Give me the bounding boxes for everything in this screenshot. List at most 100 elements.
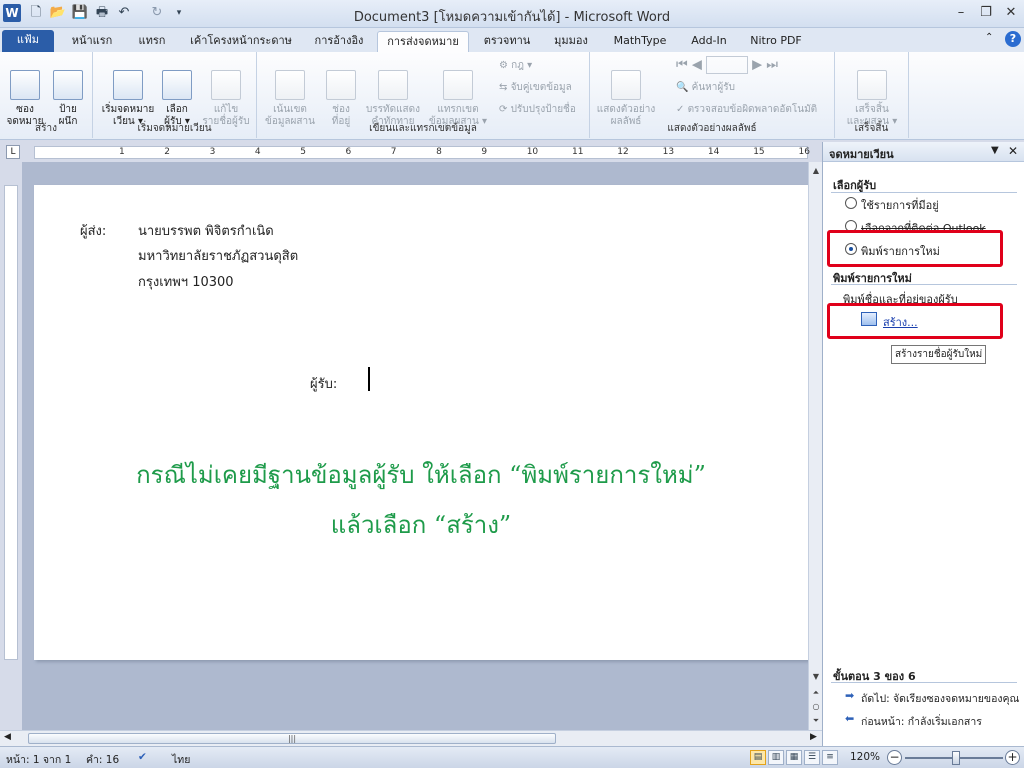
previous-arrow-icon: ⬅	[845, 712, 855, 725]
ruler-number: 14	[707, 147, 720, 157]
document-page[interactable]: ผู้ส่ง: นายบรรพต พิจิตรกำเนิด มหาวิทยาลั…	[34, 185, 808, 660]
task-pane-header: จดหมายเวียน ▼ ✕	[823, 142, 1024, 162]
finish-merge-button[interactable]: เสร็จสิ้น และผสาน ▾	[841, 58, 903, 128]
close-icon[interactable]: ✕	[1000, 4, 1022, 22]
minimize-icon[interactable]: –	[950, 4, 972, 22]
check-errors-button[interactable]: ✓ ตรวจสอบข้อผิดพลาดอัตโนมัติ	[676, 102, 817, 117]
address-block-button[interactable]: ช่อง ที่อยู่	[321, 58, 361, 128]
insert-merge-field-button[interactable]: แทรกเขต ข้อมูลผสาน ▾	[425, 58, 491, 128]
ruler-number: 1	[119, 147, 125, 157]
highlight-box-create	[827, 303, 1003, 339]
previous-page-icon[interactable]: ⏶	[809, 686, 823, 700]
ruler-number: 9	[481, 147, 488, 157]
labels-button[interactable]: ป้าย ผนึก	[48, 58, 88, 128]
horizontal-scroll-thumb[interactable]: |||	[28, 733, 556, 744]
finish-merge-icon	[857, 70, 887, 100]
scroll-left-icon[interactable]: ◀	[4, 732, 11, 742]
restore-icon[interactable]: ❐	[975, 4, 997, 22]
sender-city: กรุงเทพฯ 10300	[138, 275, 234, 290]
ruler-number: 15	[753, 147, 765, 157]
ruler-number: 16	[798, 147, 810, 157]
status-bar: หน้า: 1 จาก 1 คำ: 16 ✔ ไทย ▤ ▥ ▦ ☰ ≡ 120…	[0, 746, 1024, 768]
tab-page-layout[interactable]: เค้าโครงหน้ากระดาษ	[182, 31, 300, 52]
tab-review[interactable]: ตรวจทาน	[476, 31, 538, 52]
highlight-merge-fields-button[interactable]: เน้นเขต ข้อมูลผสาน	[261, 58, 319, 128]
draft-icon[interactable]: ≡	[822, 750, 838, 765]
rules-icon: ⚙	[499, 60, 512, 71]
ruler-tab-selector[interactable]: L	[6, 145, 20, 159]
preview-results-button[interactable]: แสดงตัวอย่าง ผลลัพธ์	[594, 58, 658, 128]
pane-options-icon[interactable]: ▼	[991, 145, 999, 156]
update-labels-button[interactable]: ⟳ ปรับปรุงป้ายชื่อ	[499, 102, 576, 117]
word-count[interactable]: คำ: 16	[86, 751, 119, 768]
zoom-level[interactable]: 120%	[850, 751, 880, 763]
tab-home[interactable]: หน้าแรก	[62, 31, 122, 52]
pane-close-icon[interactable]: ✕	[1008, 144, 1018, 158]
highlight-box-new-list	[827, 230, 1003, 267]
ribbon-tabs: แฟ้ม หน้าแรก แทรก เค้าโครงหน้ากระดาษ การ…	[0, 28, 1024, 52]
next-page-icon[interactable]: ⏷	[809, 714, 823, 728]
web-layout-icon[interactable]: ▦	[786, 750, 802, 765]
check-icon: ✓	[676, 104, 688, 115]
label-icon	[53, 70, 83, 100]
divider	[831, 284, 1017, 285]
tab-view[interactable]: มุมมอง	[543, 31, 599, 52]
next-step-link[interactable]: ถัดไป: จัดเรียงซองจดหมายของคุณ	[861, 690, 1019, 707]
mail-merge-task-pane: จดหมายเวียน ▼ ✕ เลือกผู้รับ ใช้รายการที่…	[822, 142, 1024, 746]
browse-object-icon[interactable]: ○	[809, 700, 823, 714]
ruler-number: 6	[345, 147, 352, 157]
tab-references[interactable]: การอ้างอิง	[306, 31, 372, 52]
previous-step-link[interactable]: ก่อนหน้า: กำลังเริ่มเอกสาร	[861, 713, 982, 730]
sender-name: นายบรรพต พิจิตรกำเนิด	[138, 224, 274, 239]
recipients-icon	[162, 70, 192, 100]
record-navigation[interactable]: ⏮ ◀ ▶ ⏭	[676, 56, 778, 74]
ruler-number: 13	[662, 147, 675, 157]
ruler-bar[interactable]: 1 2 3 4 5 6 7 8 9 10 11 12 13 14 15 16	[34, 146, 810, 159]
proofing-icon[interactable]: ✔	[138, 751, 147, 763]
divider	[831, 192, 1017, 193]
ruler-number: 11	[572, 147, 584, 157]
tab-mathtype[interactable]: MathType	[608, 31, 672, 52]
ruler-number: 4	[254, 147, 261, 157]
print-layout-icon[interactable]: ▤	[750, 750, 766, 765]
radio-use-existing[interactable]	[845, 197, 857, 209]
group-preview-results: แสดงตัวอย่าง ผลลัพธ์ ⏮ ◀ ▶ ⏭ 🔍 ค้นหาผู้ร…	[590, 52, 835, 138]
tab-insert[interactable]: แทรก	[128, 31, 176, 52]
greeting-line-button[interactable]: บรรทัดแสดง คำทักทาย	[361, 58, 425, 128]
zoom-slider-thumb[interactable]	[952, 751, 961, 765]
tab-file[interactable]: แฟ้ม	[2, 30, 54, 52]
ruler-number: 2	[164, 147, 171, 157]
scroll-right-icon[interactable]: ▶	[810, 732, 817, 742]
help-icon[interactable]: ?	[1005, 31, 1021, 47]
recipient-label: ผู้รับ:	[310, 377, 338, 392]
full-screen-reading-icon[interactable]: ▥	[768, 750, 784, 765]
match-fields-button[interactable]: ⇆ จับคู่เขตข้อมูล	[499, 80, 572, 95]
ruler-number: 7	[390, 147, 397, 157]
vertical-scrollbar[interactable]: ▲ ▼ ⏶ ○ ⏷	[808, 162, 822, 730]
language[interactable]: ไทย	[172, 751, 190, 768]
zoom-out-icon[interactable]: −	[887, 750, 902, 765]
highlight-icon	[275, 70, 305, 100]
edit-recipient-list-button[interactable]: แก้ไข รายชื่อผู้รับ	[197, 58, 255, 128]
tab-nitro-pdf[interactable]: Nitro PDF	[744, 31, 808, 52]
ribbon-collapse-icon[interactable]: ⌃	[985, 32, 993, 43]
group-start-mail-merge: เริ่มจดหมาย เวียน ▾ เลือก ผู้รับ ▾ แก้ไข…	[93, 52, 257, 138]
horizontal-scrollbar[interactable]: ◀ ||| ▶	[0, 730, 822, 746]
start-mail-merge-button[interactable]: เริ่มจดหมาย เวียน ▾	[97, 58, 159, 128]
ruler-number: 8	[436, 147, 442, 157]
next-arrow-icon: ➡	[845, 689, 855, 702]
scroll-up-icon[interactable]: ▲	[809, 164, 823, 178]
find-recipient-button[interactable]: 🔍 ค้นหาผู้รับ	[676, 80, 735, 95]
scroll-down-icon[interactable]: ▼	[809, 670, 823, 684]
select-recipients-button[interactable]: เลือก ผู้รับ ▾	[157, 58, 197, 128]
tab-addin[interactable]: Add-In	[680, 31, 738, 52]
zoom-in-icon[interactable]: +	[1005, 750, 1020, 765]
option-use-existing[interactable]: ใช้รายการที่มีอยู่	[861, 196, 939, 214]
tab-mailings[interactable]: การส่งจดหมาย	[377, 31, 469, 52]
page-count[interactable]: หน้า: 1 จาก 1	[6, 751, 71, 768]
envelopes-button[interactable]: ซอง จดหมาย	[4, 58, 46, 128]
update-labels-icon: ⟳	[499, 104, 511, 115]
rules-button[interactable]: ⚙ กฎ ▾	[499, 58, 532, 73]
group-finish: เสร็จสิ้น และผสาน ▾ เสร็จสิ้น	[835, 52, 909, 138]
outline-icon[interactable]: ☰	[804, 750, 820, 765]
